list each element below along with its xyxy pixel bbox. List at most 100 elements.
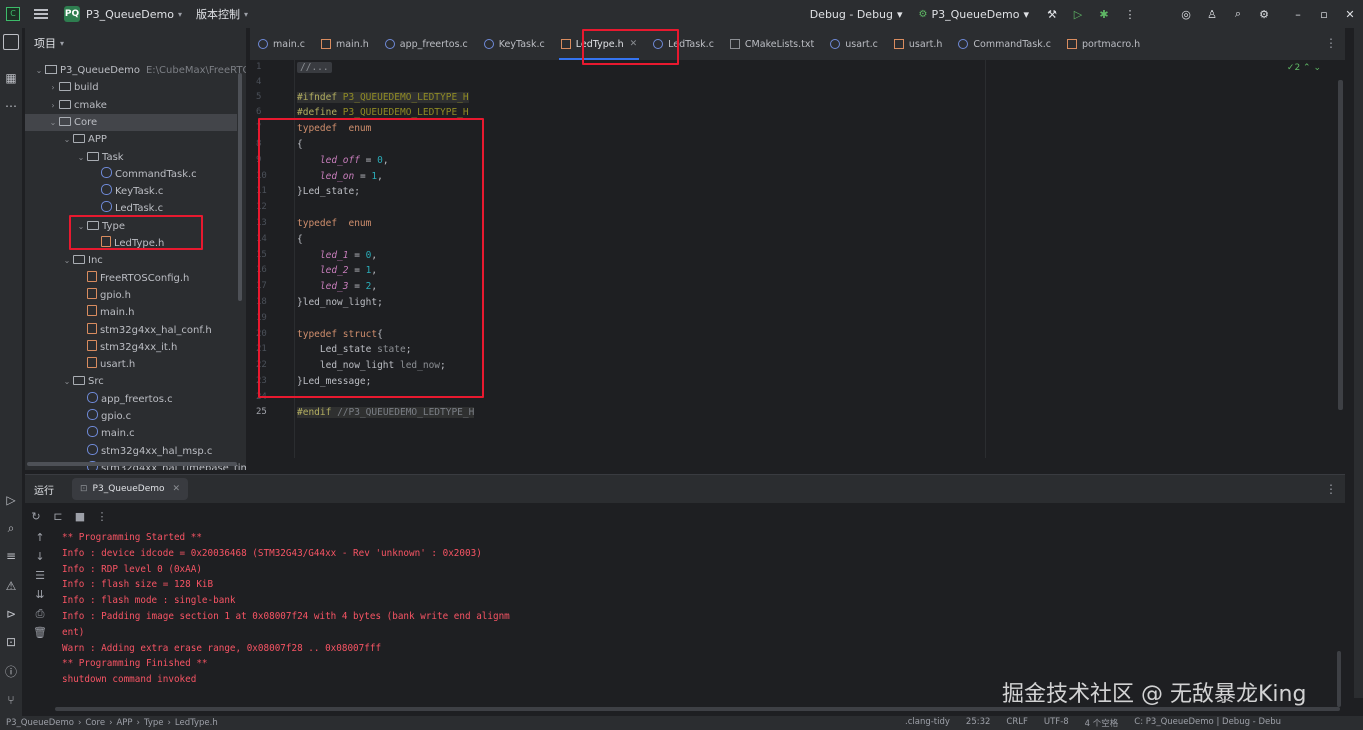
project-horizontal-scrollbar[interactable] bbox=[27, 462, 237, 466]
tree-item[interactable]: main.c bbox=[25, 425, 237, 442]
status-widget[interactable]: .clang-tidy bbox=[905, 717, 950, 729]
chevron-down-icon[interactable]: ⌄ bbox=[47, 114, 59, 131]
tree-item[interactable]: main.h bbox=[25, 304, 237, 321]
project-vertical-scrollbar[interactable] bbox=[238, 73, 242, 301]
tree-item[interactable]: ⌄ P3_QueueDemo E:\CubeMax\FreeRTOS\P3 bbox=[25, 62, 246, 79]
chevron-down-icon[interactable]: ▾ bbox=[178, 10, 182, 19]
chevron-down-icon[interactable]: ⌄ bbox=[75, 149, 87, 166]
todo-tool-icon[interactable]: ≡ bbox=[3, 548, 19, 564]
editor-tab[interactable]: portmacro.h bbox=[1059, 28, 1148, 60]
settings-gear-icon[interactable]: ⚙ bbox=[1251, 8, 1277, 21]
breadcrumb-item[interactable]: Core bbox=[85, 718, 105, 728]
project-panel-title[interactable]: 项目 bbox=[34, 35, 56, 51]
editor-tab[interactable]: main.h bbox=[313, 28, 377, 60]
run-toolbar-more-icon[interactable]: ⋮ bbox=[91, 510, 113, 523]
find-tool-icon[interactable]: ⌕ bbox=[3, 520, 19, 536]
project-badge[interactable]: PQ bbox=[64, 6, 80, 22]
tree-item[interactable]: stm32g4xx_hal_conf.h bbox=[25, 322, 237, 339]
close-window-icon[interactable]: ✕ bbox=[1337, 8, 1363, 21]
scroll-to-end-icon[interactable]: ⇊ bbox=[25, 588, 55, 607]
chevron-down-icon[interactable]: ▾ bbox=[1023, 8, 1029, 21]
target-selector[interactable]: P3_QueueDemo bbox=[932, 8, 1020, 21]
tree-item[interactable]: CommandTask.c bbox=[25, 166, 237, 183]
run-more-icon[interactable]: ⋮ bbox=[1325, 482, 1337, 496]
folded-region[interactable]: //... bbox=[297, 62, 332, 73]
tree-item[interactable]: gpio.h bbox=[25, 287, 237, 304]
project-tool-icon[interactable] bbox=[3, 34, 19, 50]
run-config-selector[interactable]: Debug - Debug bbox=[810, 8, 893, 21]
services-tool-icon[interactable]: ⊳ bbox=[3, 606, 19, 622]
vcs-menu[interactable]: 版本控制 bbox=[196, 6, 240, 22]
ai-assistant-icon[interactable]: ◎ bbox=[1173, 8, 1199, 21]
editor-vertical-scrollbar[interactable] bbox=[1338, 80, 1343, 410]
print-icon[interactable]: ⎙ bbox=[25, 607, 55, 626]
run-tab[interactable]: ⊡ P3_QueueDemo ✕ bbox=[72, 478, 189, 500]
chevron-right-icon[interactable]: › bbox=[47, 79, 59, 96]
search-icon[interactable]: ⌕ bbox=[1225, 7, 1251, 21]
status-widget[interactable]: CRLF bbox=[1006, 717, 1027, 729]
status-widget[interactable]: 25:32 bbox=[966, 717, 991, 729]
debug-icon[interactable]: ✱ bbox=[1091, 8, 1117, 21]
problems-tool-icon[interactable]: ⚠ bbox=[3, 578, 19, 594]
tree-item[interactable]: ⌄ APP bbox=[25, 131, 237, 148]
tree-item[interactable]: › build bbox=[25, 79, 237, 96]
breadcrumb-item[interactable]: LedType.h bbox=[175, 718, 218, 728]
status-widget[interactable]: C: P3_QueueDemo | Debug - Debu bbox=[1134, 717, 1281, 729]
chevron-down-icon[interactable]: ⌄ bbox=[33, 62, 45, 79]
problems-info-icon[interactable]: ⓘ bbox=[3, 664, 19, 680]
tree-item[interactable]: ⌄ Core bbox=[25, 113, 237, 131]
run-icon[interactable]: ▷ bbox=[1065, 8, 1091, 21]
chevron-down-icon[interactable]: ⌄ bbox=[61, 373, 73, 390]
chevron-down-icon[interactable]: ⌄ bbox=[61, 131, 73, 148]
status-widget[interactable]: UTF-8 bbox=[1044, 717, 1069, 729]
tree-item[interactable]: ⌄ Task bbox=[25, 149, 237, 166]
git-tool-icon[interactable]: ⑂ bbox=[3, 692, 19, 708]
run-tool-icon[interactable]: ▷ bbox=[3, 492, 19, 508]
chevron-down-icon[interactable]: ▾ bbox=[60, 39, 64, 48]
scroll-up-icon[interactable]: ↑ bbox=[25, 531, 55, 550]
project-switcher[interactable]: P3_QueueDemo bbox=[86, 8, 174, 21]
clear-output-icon[interactable]: 🗑 bbox=[25, 626, 55, 645]
rerun-icon[interactable]: ↻ bbox=[25, 510, 47, 523]
editor-tab[interactable]: KeyTask.c bbox=[476, 28, 553, 60]
terminal-tool-icon[interactable]: ⊡ bbox=[3, 634, 19, 650]
editor-tab[interactable]: main.c bbox=[250, 28, 313, 60]
tabs-more-icon[interactable]: ⋮ bbox=[1325, 36, 1337, 50]
tree-item[interactable]: KeyTask.c bbox=[25, 183, 237, 200]
scroll-down-icon[interactable]: ↓ bbox=[25, 550, 55, 569]
chevron-down-icon[interactable]: ▾ bbox=[244, 10, 248, 19]
soft-wrap-icon[interactable]: ☰ bbox=[25, 569, 55, 588]
tree-item[interactable]: app_freertos.c bbox=[25, 391, 237, 408]
inspection-widget[interactable]: ✓2 ⌃ ⌄ bbox=[1287, 63, 1321, 73]
tree-item[interactable]: stm32g4xx_hal_msp.c bbox=[25, 443, 237, 460]
breadcrumb-item[interactable]: P3_QueueDemo bbox=[6, 718, 74, 728]
editor-tab[interactable]: app_freertos.c bbox=[377, 28, 476, 60]
tree-item[interactable]: ⌄ Inc bbox=[25, 252, 237, 269]
maximize-icon[interactable]: ▫ bbox=[1311, 8, 1337, 21]
chevron-down-icon[interactable]: ⌄ bbox=[61, 252, 73, 269]
editor-tab[interactable]: usart.h bbox=[886, 28, 950, 60]
tree-item[interactable]: usart.h bbox=[25, 356, 237, 373]
status-widget[interactable]: 4 个空格 bbox=[1085, 717, 1119, 729]
editor-tab[interactable]: CMakeLists.txt bbox=[722, 28, 822, 60]
main-menu-icon[interactable] bbox=[34, 9, 48, 19]
build-hammer-icon[interactable]: ⚒ bbox=[1039, 8, 1065, 21]
stop-icon[interactable]: ■ bbox=[69, 510, 91, 523]
more-actions-icon[interactable]: ⋮ bbox=[1117, 8, 1143, 21]
more-tools-icon[interactable]: ⋯ bbox=[3, 98, 19, 114]
restore-layout-icon[interactable]: ⊏ bbox=[47, 510, 69, 523]
tree-item[interactable]: FreeRTOSConfig.h bbox=[25, 270, 237, 287]
editor-tab[interactable]: CommandTask.c bbox=[950, 28, 1059, 60]
breadcrumb-item[interactable]: Type bbox=[144, 718, 164, 728]
minimize-icon[interactable]: – bbox=[1285, 8, 1311, 21]
chevron-down-icon[interactable]: ▾ bbox=[897, 8, 903, 21]
close-tab-icon[interactable]: ✕ bbox=[173, 484, 181, 494]
tree-item[interactable]: stm32g4xx_it.h bbox=[25, 339, 237, 356]
user-icon[interactable]: ♙ bbox=[1199, 8, 1225, 21]
chevron-right-icon[interactable]: › bbox=[47, 97, 59, 114]
breadcrumb-item[interactable]: APP bbox=[116, 718, 132, 728]
tree-item[interactable]: ⌄ Src bbox=[25, 373, 237, 390]
structure-tool-icon[interactable]: ▦ bbox=[3, 70, 19, 86]
tree-item[interactable]: › cmake bbox=[25, 97, 237, 114]
run-vertical-scrollbar[interactable] bbox=[1337, 651, 1341, 707]
